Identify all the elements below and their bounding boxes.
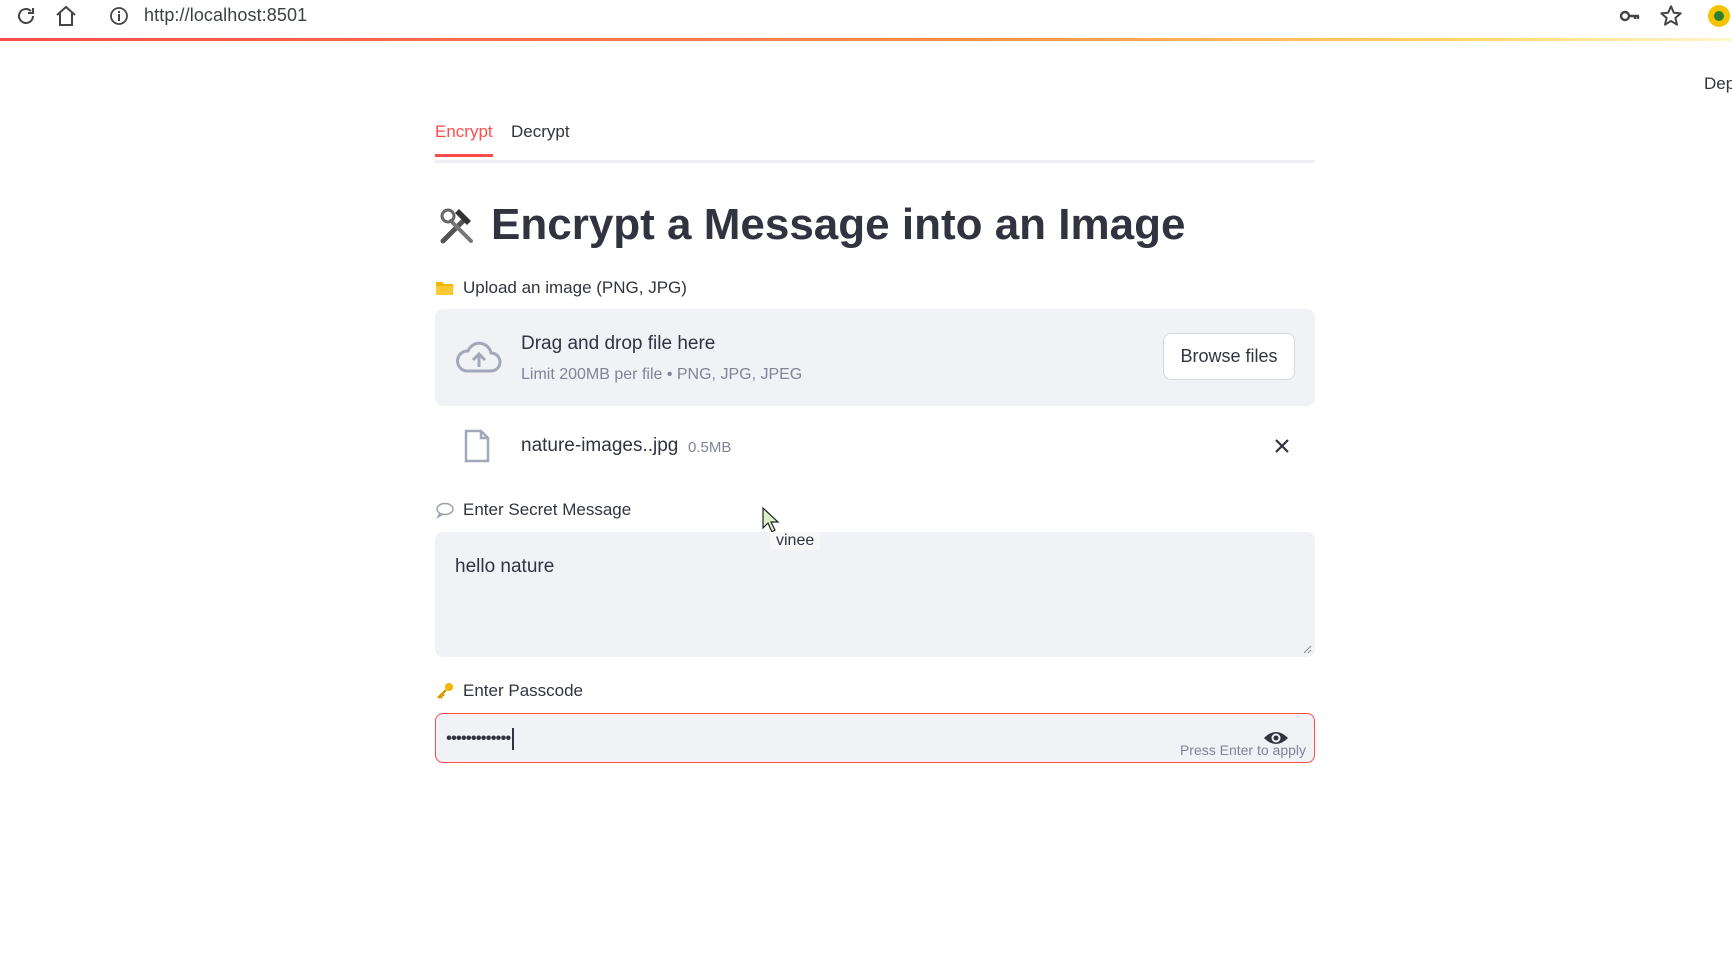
passcode-value: ••••••••••••• — [446, 728, 514, 750]
mouse-cursor-icon — [762, 506, 780, 533]
secret-message-value: hello nature — [455, 556, 555, 577]
browser-toolbar: http://localhost:8501 — [0, 0, 1732, 32]
page-title-text: Encrypt a Message into an Image — [491, 200, 1186, 249]
press-enter-hint: Press Enter to apply — [1179, 742, 1306, 758]
passcode-label-text: Enter Passcode — [463, 681, 584, 700]
file-icon — [464, 429, 490, 463]
tab-encrypt[interactable]: Encrypt — [435, 122, 493, 157]
file-name: nature-images..jpg — [521, 435, 679, 456]
uploaded-file-row: nature-images..jpg 0.5MB — [435, 425, 1315, 469]
page-title: Encrypt a Message into an Image — [435, 200, 1185, 250]
address-bar-url[interactable]: http://localhost:8501 — [144, 5, 307, 26]
dropzone-limit: Limit 200MB per file • PNG, JPG, JPEG — [521, 366, 803, 383]
browse-files-button[interactable]: Browse files — [1163, 333, 1295, 380]
upload-label-text: Upload an image (PNG, JPG) — [463, 278, 687, 297]
key-icon[interactable] — [1618, 4, 1642, 28]
message-label: Enter Secret Message — [435, 500, 631, 520]
hover-tooltip: vinee — [770, 532, 821, 550]
dropzone-title: Drag and drop file here — [521, 333, 716, 354]
speech-bubble-icon — [436, 502, 454, 519]
star-icon[interactable] — [1658, 3, 1684, 29]
resize-handle-icon[interactable] — [1302, 644, 1312, 654]
reload-icon[interactable] — [14, 4, 38, 28]
tab-bar: Encrypt Decrypt — [435, 118, 1315, 163]
extension-icon[interactable] — [1708, 5, 1730, 27]
passcode-input[interactable]: ••••••••••••• Press Enter to apply — [435, 713, 1315, 763]
upload-label: Upload an image (PNG, JPG) — [435, 278, 687, 298]
tab-decrypt[interactable]: Decrypt — [511, 122, 570, 154]
deploy-button[interactable]: Dep — [1704, 74, 1732, 94]
folder-icon — [436, 282, 454, 295]
secret-message-textarea[interactable]: hello nature — [435, 532, 1315, 657]
file-size: 0.5MB — [688, 439, 732, 456]
home-icon[interactable] — [54, 4, 78, 28]
message-label-text: Enter Secret Message — [463, 500, 632, 519]
cloud-upload-icon — [456, 341, 502, 373]
file-dropzone[interactable]: Drag and drop file here Limit 200MB per … — [435, 309, 1315, 406]
passcode-label: Enter Passcode — [435, 681, 583, 701]
hammer-wrench-icon — [440, 208, 473, 244]
close-icon[interactable] — [1271, 435, 1293, 457]
app-top-decoration — [0, 38, 1732, 41]
key-icon — [437, 683, 453, 699]
info-icon[interactable] — [108, 5, 130, 27]
